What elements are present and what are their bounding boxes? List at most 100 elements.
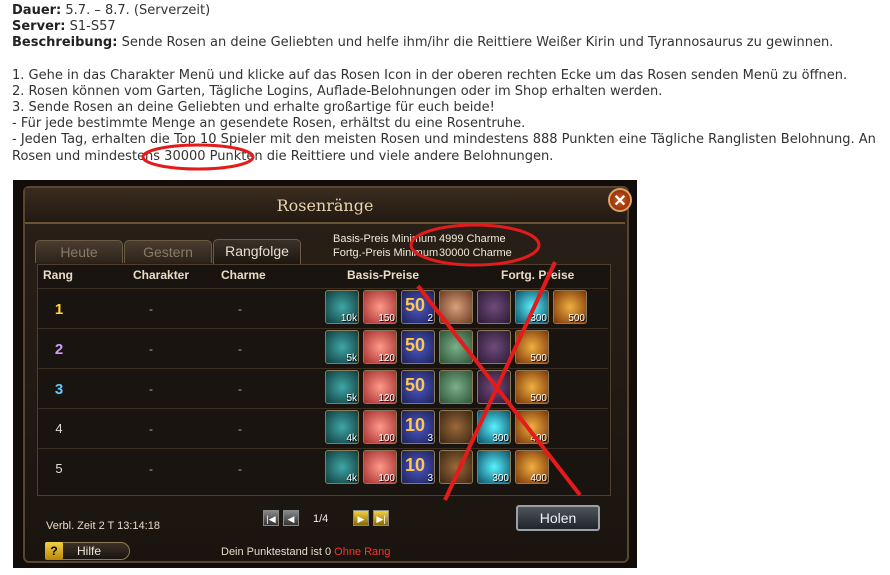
page-indicator: 1/4 bbox=[313, 513, 329, 525]
item-number: 50 bbox=[405, 375, 426, 395]
teal-emblem-icon[interactable]: 10k bbox=[325, 290, 359, 324]
item-quantity: 5k bbox=[346, 393, 357, 404]
first-page-button[interactable]: |◀ bbox=[263, 510, 279, 526]
duration-value: 5.7. – 8.7. (Serverzeit) bbox=[65, 3, 211, 18]
item-quantity: 4k bbox=[346, 473, 357, 484]
prev-page-button[interactable]: ◀ bbox=[283, 510, 299, 526]
description-value: Sende Rosen an deine Geliebten und helfe… bbox=[121, 35, 834, 51]
tab-rangfolge[interactable]: Rangfolge bbox=[213, 239, 301, 264]
step-6: Rosen und mindestens 30000 Punkten die R… bbox=[12, 148, 554, 164]
server-line: Server: S1-S57 bbox=[12, 19, 890, 35]
description-line: Beschreibung: Sende Rosen an deine Gelie… bbox=[12, 35, 890, 51]
rank-value: 4 bbox=[55, 421, 63, 436]
item-quantity: 400 bbox=[530, 433, 547, 444]
gold-chest-icon[interactable]: 500 bbox=[515, 330, 549, 364]
gold-chest-icon[interactable]: 400 bbox=[515, 450, 549, 484]
score-text: Dein Punktestand ist 0 bbox=[221, 546, 332, 558]
charme-value: - bbox=[238, 462, 242, 476]
window-title: Rosenränge bbox=[276, 196, 374, 215]
kirin-icon[interactable] bbox=[477, 370, 511, 404]
teal-emblem-icon[interactable]: 5k bbox=[325, 370, 359, 404]
item-quantity: 300 bbox=[492, 433, 509, 444]
server-label: Server: bbox=[12, 19, 66, 35]
charme-value: - bbox=[238, 382, 242, 396]
description-label: Beschreibung: bbox=[12, 35, 118, 51]
girl-portrait-icon[interactable] bbox=[439, 330, 473, 364]
item-quantity: 100 bbox=[378, 433, 395, 444]
teal-emblem-icon[interactable]: 5k bbox=[325, 330, 359, 364]
rank-value: 3 bbox=[54, 381, 64, 398]
event-description: Dauer: 5.7. – 8.7. (Serverzeit) Server: … bbox=[12, 3, 890, 165]
close-icon[interactable]: ✕ bbox=[608, 188, 632, 212]
number-10-icon[interactable]: 10 3 bbox=[401, 410, 435, 444]
col-header-basis-preise: Basis-Preise bbox=[347, 268, 420, 282]
duration-label: Dauer: bbox=[12, 3, 62, 18]
item-quantity: 10k bbox=[340, 313, 357, 324]
item-quantity: 300 bbox=[530, 313, 547, 324]
tab-gestern[interactable]: Gestern bbox=[124, 240, 212, 263]
help-button[interactable]: ? Hilfe bbox=[45, 542, 130, 560]
charakter-value: - bbox=[149, 342, 153, 356]
holen-button[interactable]: Holen bbox=[516, 505, 600, 531]
item-quantity: 4k bbox=[346, 433, 357, 444]
charakter-value: - bbox=[149, 462, 153, 476]
rose-bundle-icon[interactable]: 120 bbox=[363, 330, 397, 364]
step-3: 3. Sende Rosen an deine Geliebten und er… bbox=[12, 100, 495, 116]
face-icon[interactable] bbox=[439, 290, 473, 324]
kirin-icon[interactable] bbox=[477, 290, 511, 324]
rank-value: 2 bbox=[54, 341, 64, 358]
gold-chest-icon[interactable]: 500 bbox=[515, 370, 549, 404]
teal-emblem-icon[interactable]: 4k bbox=[325, 450, 359, 484]
col-header-rang: Rang bbox=[43, 268, 73, 282]
item-number: 10 bbox=[405, 455, 426, 475]
fortg-price-value: 30000 Charme bbox=[439, 247, 512, 259]
step-1: 1. Gehe in das Charakter Menü und klicke… bbox=[12, 67, 848, 83]
item-quantity: 500 bbox=[530, 393, 547, 404]
score-status: Dein Punktestand ist 0 Ohne Rang bbox=[221, 546, 390, 558]
teal-emblem-icon[interactable]: 4k bbox=[325, 410, 359, 444]
item-number: 10 bbox=[405, 415, 426, 435]
charme-value: - bbox=[238, 342, 242, 356]
last-page-button[interactable]: ▶| bbox=[373, 510, 389, 526]
dino-icon[interactable] bbox=[439, 410, 473, 444]
price-values: 4999 Charme 30000 Charme bbox=[439, 232, 512, 260]
orb-icon[interactable]: 300 bbox=[477, 410, 511, 444]
rose-bundle-icon[interactable]: 100 bbox=[363, 450, 397, 484]
item-number: 50 bbox=[405, 335, 426, 355]
item-quantity: 100 bbox=[378, 473, 395, 484]
item-quantity: 5k bbox=[346, 353, 357, 364]
step-4: - Für jede bestimmte Menge an gesendete … bbox=[12, 116, 526, 132]
item-quantity: 150 bbox=[378, 313, 395, 324]
tab-heute[interactable]: Heute bbox=[35, 240, 123, 263]
orb-icon[interactable]: 300 bbox=[515, 290, 549, 324]
fortg-price-label: Fortg.-Preis Minimum bbox=[333, 247, 439, 259]
item-quantity: 120 bbox=[378, 393, 395, 404]
gold-chest-icon[interactable]: 500 bbox=[553, 290, 587, 324]
rank-status: Ohne Rang bbox=[334, 546, 391, 558]
gold-chest-icon[interactable]: 400 bbox=[515, 410, 549, 444]
number-50-icon[interactable]: 50 bbox=[401, 330, 435, 364]
girl-portrait-icon[interactable] bbox=[439, 370, 473, 404]
price-labels: Basis-Preis Minimum Fortg.-Preis Minimum bbox=[333, 232, 438, 260]
rank-value: 1 bbox=[54, 301, 64, 318]
number-50-icon[interactable]: 50 bbox=[401, 370, 435, 404]
charakter-value: - bbox=[149, 302, 153, 316]
rose-bundle-icon[interactable]: 120 bbox=[363, 370, 397, 404]
item-quantity: 500 bbox=[530, 353, 547, 364]
col-header-charakter: Charakter bbox=[133, 268, 190, 282]
rose-bundle-icon[interactable]: 100 bbox=[363, 410, 397, 444]
kirin-icon[interactable] bbox=[477, 330, 511, 364]
number-50-icon[interactable]: 50 2 bbox=[401, 290, 435, 324]
charme-value: - bbox=[238, 422, 242, 436]
next-page-button[interactable]: ▶ bbox=[353, 510, 369, 526]
orb-icon[interactable]: 300 bbox=[477, 450, 511, 484]
charakter-value: - bbox=[149, 422, 153, 436]
step-2: 2. Rosen können vom Garten, Tägliche Log… bbox=[12, 83, 663, 99]
rose-bundle-icon[interactable]: 150 bbox=[363, 290, 397, 324]
rose-ranking-window: Rosenränge ✕ Heute Gestern Rangfolge Bas… bbox=[13, 180, 637, 568]
time-remaining: Verbl. Zeit 2 T 13:14:18 bbox=[46, 520, 160, 532]
number-10-icon[interactable]: 10 3 bbox=[401, 450, 435, 484]
item-quantity: 3 bbox=[427, 433, 433, 444]
col-header-fortg-preise: Fortg. Preise bbox=[501, 268, 575, 282]
dino-icon[interactable] bbox=[439, 450, 473, 484]
